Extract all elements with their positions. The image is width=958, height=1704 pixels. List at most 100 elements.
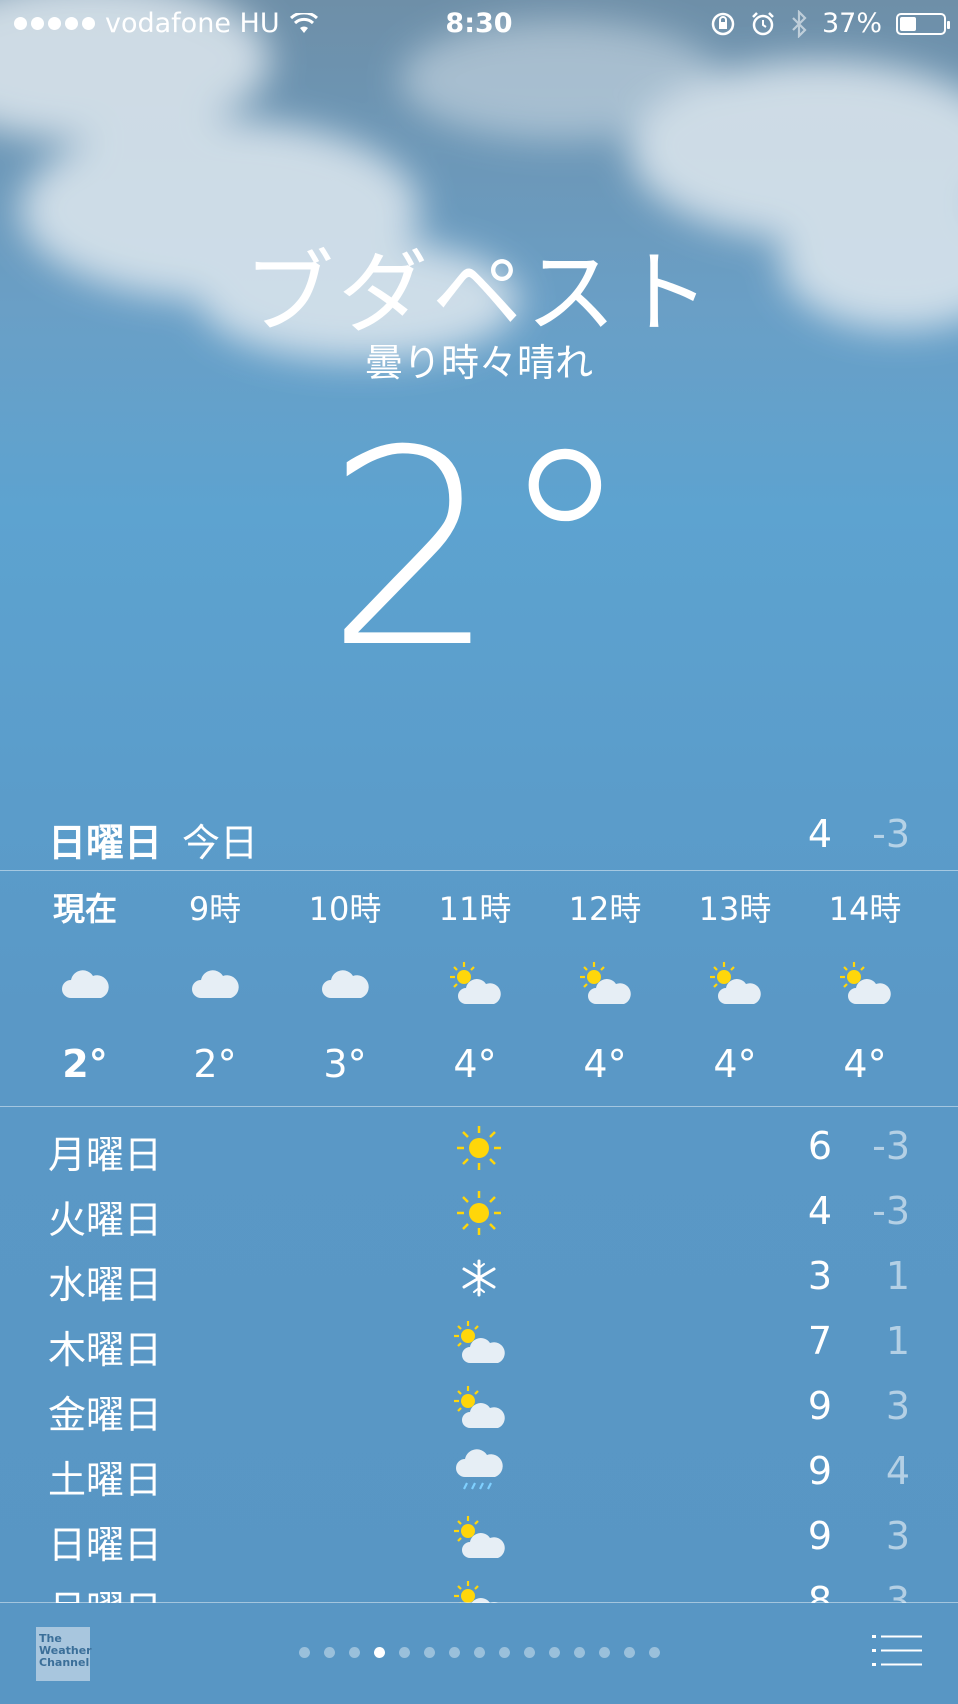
rotation-lock-icon [711, 12, 735, 35]
partly-sunny-icon [444, 1313, 514, 1373]
day-high: 8 [807, 1579, 832, 1603]
day-name: 月曜日 [48, 1579, 162, 1603]
page-dot[interactable] [548, 1647, 560, 1658]
page-dot[interactable] [648, 1647, 660, 1658]
day-name: 日曜日 [48, 1523, 163, 1567]
current-temperature: 2° [325, 392, 633, 707]
day-name: 火曜日 [48, 1198, 163, 1242]
daily-row: 水曜日 3 1 [0, 1248, 958, 1313]
sun-icon [444, 1118, 514, 1178]
today-high: 4 [807, 812, 832, 856]
page-dot[interactable] [523, 1647, 535, 1658]
hourly-item: 12時 4° [540, 884, 670, 1094]
bluetooth-icon [792, 9, 807, 38]
day-high: 7 [807, 1319, 832, 1363]
day-name: 水曜日 [48, 1263, 163, 1307]
partly-sunny-icon [800, 934, 930, 1034]
bottom-toolbar: The Weather Channel [0, 1602, 958, 1704]
page-dot[interactable] [623, 1647, 635, 1658]
cloud-icon [150, 934, 280, 1034]
sun-icon [444, 1183, 514, 1243]
partly-sunny-icon [444, 1378, 514, 1438]
page-dot[interactable] [498, 1647, 510, 1658]
day-name: 月曜日 [48, 1133, 163, 1177]
cloud-icon [20, 934, 150, 1034]
daily-forecast[interactable]: 月曜日 6 -3 火曜日 4 -3 水曜日 3 1 木曜日 7 1 金曜日 9 3 土曜日 9 4 日曜… [0, 1118, 958, 1603]
divider [0, 1106, 958, 1107]
status-bar: vodafone HU 8:30 37% [0, 0, 958, 48]
day-low: 4 [885, 1449, 910, 1493]
daily-row: 火曜日 4 -3 [0, 1183, 958, 1248]
page-dot[interactable] [473, 1647, 485, 1658]
hour-temp: 4° [583, 1042, 627, 1086]
day-low: 1 [885, 1254, 910, 1298]
hourly-item: 11時 4° [410, 884, 540, 1094]
page-dot[interactable] [423, 1647, 435, 1658]
page-dot[interactable] [573, 1647, 585, 1658]
partly-sunny-icon [444, 1573, 514, 1603]
day-low: 1 [885, 1319, 910, 1363]
day-name: 木曜日 [48, 1328, 163, 1372]
today-low: -3 [872, 812, 910, 856]
hourly-item: 9時 2° [150, 884, 280, 1094]
partly-sunny-icon [410, 934, 540, 1034]
partly-sunny-icon [540, 934, 670, 1034]
daily-row: 木曜日 7 1 [0, 1313, 958, 1378]
day-name: 金曜日 [48, 1393, 163, 1437]
today-day: 日曜日 [48, 821, 163, 865]
page-indicator[interactable] [0, 1647, 958, 1658]
hour-label: 現在 [52, 890, 117, 928]
cloud-icon [280, 934, 410, 1034]
day-high: 4 [807, 1189, 832, 1233]
list-icon[interactable] [872, 1634, 922, 1668]
page-dot[interactable] [373, 1647, 385, 1658]
partly-sunny-icon [444, 1508, 514, 1568]
hour-label: 10時 [308, 890, 382, 928]
hour-temp: 2° [193, 1042, 237, 1086]
hour-temp: 4° [453, 1042, 497, 1086]
day-low: 3 [885, 1579, 910, 1603]
city-name: ブダペスト [244, 241, 714, 346]
daily-row: 月曜日 6 -3 [0, 1118, 958, 1183]
page-dot[interactable] [398, 1647, 410, 1658]
hour-temp: 4° [713, 1042, 757, 1086]
daily-row: 月曜日 8 3 [0, 1573, 958, 1603]
hour-label: 9時 [188, 890, 242, 928]
day-high: 6 [807, 1124, 832, 1168]
hour-temp: 2° [62, 1042, 108, 1086]
day-high: 3 [807, 1254, 832, 1298]
snowflake-icon [444, 1248, 514, 1308]
page-dot[interactable] [298, 1647, 310, 1658]
day-low: 3 [885, 1514, 910, 1558]
day-low: 3 [885, 1384, 910, 1428]
hour-label: 11時 [438, 890, 512, 928]
daily-row: 金曜日 9 3 [0, 1378, 958, 1443]
hour-label: 13時 [698, 890, 772, 928]
alarm-icon [752, 11, 774, 35]
hourly-item: 14時 4° [800, 884, 930, 1094]
battery-percent: 37% [821, 8, 882, 39]
battery-icon [896, 12, 950, 35]
page-dot[interactable] [348, 1647, 360, 1658]
hour-label: 12時 [568, 890, 642, 928]
day-name: 土曜日 [48, 1458, 163, 1502]
divider [0, 870, 958, 871]
hourly-item: 現在 2° [20, 884, 150, 1094]
day-high: 9 [807, 1514, 832, 1558]
hour-label: 14時 [828, 890, 902, 928]
hourly-forecast[interactable]: 現在 2° 9時 2° 10時 3° 11時 4° 12時 4° 13時 4° 14時 4° [20, 884, 930, 1094]
rain-icon [444, 1443, 514, 1503]
day-high: 9 [807, 1449, 832, 1493]
daily-row: 土曜日 9 4 [0, 1443, 958, 1508]
hourly-item: 13時 4° [670, 884, 800, 1094]
page-dot[interactable] [323, 1647, 335, 1658]
hour-temp: 4° [843, 1042, 887, 1086]
day-low: -3 [872, 1189, 910, 1233]
day-high: 9 [807, 1384, 832, 1428]
page-dot[interactable] [598, 1647, 610, 1658]
daily-row: 日曜日 9 3 [0, 1508, 958, 1573]
today-label: 今日 [182, 821, 259, 865]
today-summary: 日曜日 今日 4 -3 [0, 812, 958, 868]
hourly-item: 10時 3° [280, 884, 410, 1094]
page-dot[interactable] [448, 1647, 460, 1658]
